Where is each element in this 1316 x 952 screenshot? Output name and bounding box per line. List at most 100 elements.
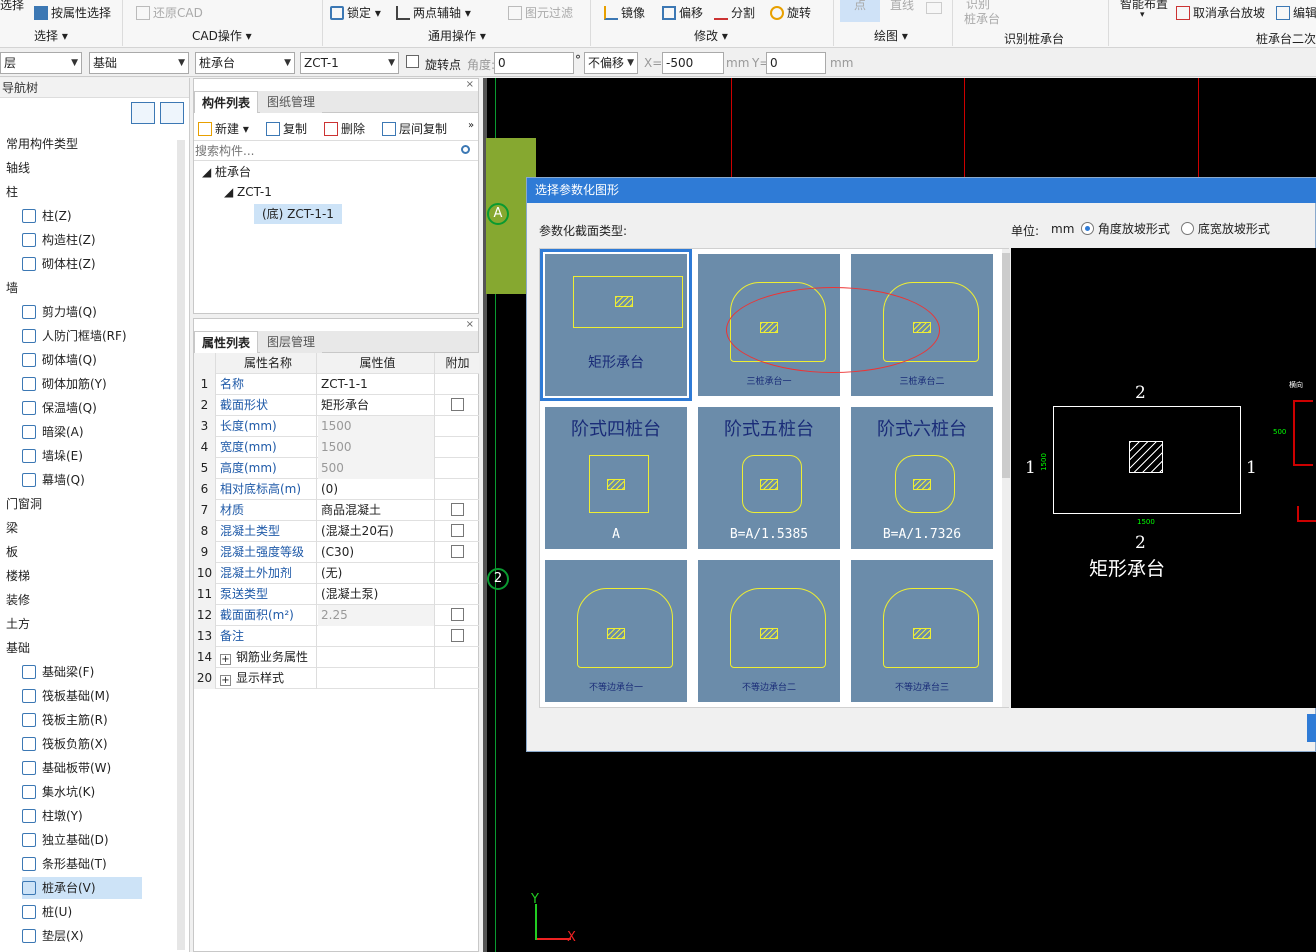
- nav-item[interactable]: 楼梯: [6, 565, 176, 587]
- property-value[interactable]: (混凝土泵): [318, 584, 435, 605]
- property-row[interactable]: 10 混凝土外加剂 (无): [194, 563, 479, 584]
- expand-icon[interactable]: +: [220, 675, 231, 686]
- list-view-icon[interactable]: [131, 102, 155, 124]
- property-value[interactable]: 1500: [318, 416, 435, 437]
- tab-layer-manage[interactable]: 图层管理: [260, 331, 323, 353]
- nav-item[interactable]: 轴线: [6, 157, 176, 179]
- group-modify-label[interactable]: 修改 ▾: [694, 27, 728, 44]
- property-row[interactable]: 7 材质 商品混凝土: [194, 500, 479, 521]
- search-input[interactable]: [195, 142, 457, 159]
- angle-slope-option[interactable]: 角度放坡形式: [1081, 220, 1170, 237]
- close-icon[interactable]: ×: [466, 79, 474, 90]
- thumb-scrollbar[interactable]: [1002, 249, 1010, 707]
- property-value[interactable]: (无): [318, 563, 435, 584]
- nav-item[interactable]: 基础梁(F): [22, 661, 142, 683]
- offset-button[interactable]: 偏移: [662, 4, 703, 21]
- nav-item[interactable]: 土方: [6, 613, 176, 635]
- split-button[interactable]: 分割: [714, 4, 755, 21]
- category-select[interactable]: 基础 ▼: [89, 52, 189, 74]
- nav-item[interactable]: 砌体加筋(Y): [22, 373, 142, 395]
- shape-thumbnail[interactable]: 不等边承台三: [851, 560, 993, 702]
- nav-item[interactable]: 剪力墙(Q): [22, 301, 142, 323]
- nav-item[interactable]: 门窗洞: [6, 493, 176, 515]
- tab-property-list[interactable]: 属性列表: [194, 331, 259, 353]
- property-value[interactable]: 1500: [318, 437, 435, 458]
- restore-cad-button[interactable]: 还原CAD: [136, 4, 203, 21]
- nav-item[interactable]: 基础: [6, 637, 176, 659]
- nav-item[interactable]: 桩(U): [22, 901, 142, 923]
- nav-item[interactable]: 板: [6, 541, 176, 563]
- property-value[interactable]: 商品混凝土: [318, 500, 435, 521]
- nav-item[interactable]: 墙: [6, 277, 176, 299]
- identify-bottom-label[interactable]: 桩承台: [964, 10, 1000, 27]
- shape-thumbnail[interactable]: 阶式五桩台 B=A/1.5385: [698, 407, 840, 549]
- select-top-label[interactable]: 选择: [0, 0, 24, 13]
- property-row[interactable]: 6 相对底标高(m) (0): [194, 479, 479, 500]
- new-button[interactable]: 新建 ▾: [198, 120, 249, 137]
- property-value[interactable]: (混凝土20石): [318, 521, 435, 542]
- rotate-point-checkbox[interactable]: [406, 55, 419, 69]
- group-general-label[interactable]: 通用操作 ▾: [428, 27, 486, 44]
- property-value[interactable]: ZCT-1-1: [318, 374, 435, 395]
- nav-item[interactable]: 独立基础(D): [22, 829, 142, 851]
- property-row[interactable]: 1 名称 ZCT-1-1: [194, 374, 479, 395]
- nav-item[interactable]: 筏板基础(M): [22, 685, 142, 707]
- property-row[interactable]: 20 + 显示样式: [194, 668, 479, 689]
- more-icon[interactable]: »: [468, 120, 474, 131]
- nav-item[interactable]: 梁: [6, 517, 176, 539]
- nav-item[interactable]: 构造柱(Z): [22, 229, 142, 251]
- component-select[interactable]: ZCT-1 ▼: [300, 52, 399, 74]
- close-icon[interactable]: ×: [466, 319, 474, 330]
- shape-thumbnail[interactable]: 阶式四桩台 A: [545, 407, 687, 549]
- nav-item[interactable]: 筏板主筋(R): [22, 709, 142, 731]
- nav-item[interactable]: 柱: [6, 181, 176, 203]
- extra-checkbox[interactable]: [451, 524, 464, 537]
- extra-checkbox[interactable]: [451, 608, 464, 621]
- shape-thumbnail[interactable]: 不等边承台一: [545, 560, 687, 702]
- tab-drawing-manage[interactable]: 图纸管理: [260, 91, 323, 113]
- property-value[interactable]: [318, 626, 435, 647]
- property-row[interactable]: 2 截面形状 矩形承台: [194, 395, 479, 416]
- property-value[interactable]: [318, 647, 435, 668]
- width-slope-option[interactable]: 底宽放坡形式: [1181, 220, 1270, 237]
- axis-marker-2[interactable]: 2: [487, 568, 509, 590]
- property-value[interactable]: 2.25: [318, 605, 435, 626]
- property-value[interactable]: 500: [318, 458, 435, 479]
- property-row[interactable]: 3 长度(mm) 1500: [194, 416, 479, 437]
- shape-thumbnail[interactable]: 矩形承台: [540, 249, 692, 401]
- expand-icon[interactable]: +: [220, 654, 231, 665]
- nav-item[interactable]: 基础板带(W): [22, 757, 142, 779]
- nav-item[interactable]: 装修: [6, 589, 176, 611]
- mirror-button[interactable]: 镜像: [604, 4, 645, 21]
- smart-place-dropdown-icon[interactable]: ▾: [1140, 10, 1145, 20]
- nav-item[interactable]: 条形基础(T): [22, 853, 142, 875]
- property-row[interactable]: 9 混凝土强度等级 (C30): [194, 542, 479, 563]
- axis-marker-a[interactable]: A: [487, 203, 509, 225]
- nav-item[interactable]: 垫层(X): [22, 925, 142, 947]
- group-draw-label[interactable]: 绘图 ▾: [874, 27, 908, 44]
- property-value[interactable]: (C30): [318, 542, 435, 563]
- property-row[interactable]: 8 混凝土类型 (混凝土20石): [194, 521, 479, 542]
- tree-child[interactable]: ◢ ZCT-1: [224, 185, 272, 199]
- line-button[interactable]: 直线: [890, 0, 914, 13]
- property-row[interactable]: 13 备注: [194, 626, 479, 647]
- tree-leaf[interactable]: (底) ZCT-1-1: [254, 204, 342, 224]
- nav-item[interactable]: 墙垛(E): [22, 445, 142, 467]
- rotate-button[interactable]: 旋转: [770, 4, 811, 21]
- extra-checkbox[interactable]: [451, 398, 464, 411]
- nav-item[interactable]: 桩承台(V): [22, 877, 142, 899]
- property-value[interactable]: [318, 668, 435, 689]
- delete-button[interactable]: 删除: [324, 120, 365, 137]
- search-icon[interactable]: [461, 145, 470, 154]
- group-select-label[interactable]: 选择 ▾: [34, 27, 68, 44]
- property-row[interactable]: 12 截面面积(m²) 2.25: [194, 605, 479, 626]
- shape-thumbnail[interactable]: 阶式六桩台 B=A/1.7326: [851, 407, 993, 549]
- layer-filter-button[interactable]: 图元过滤: [508, 4, 573, 21]
- nav-item[interactable]: 集水坑(K): [22, 781, 142, 803]
- nav-item[interactable]: 筏板负筋(X): [22, 733, 142, 755]
- tree-root[interactable]: ◢ 桩承台: [202, 163, 251, 180]
- property-value[interactable]: (0): [318, 479, 435, 500]
- property-row[interactable]: 11 泵送类型 (混凝土泵): [194, 584, 479, 605]
- attr-select-button[interactable]: 按属性选择: [34, 4, 111, 21]
- property-row[interactable]: 4 宽度(mm) 1500: [194, 437, 479, 458]
